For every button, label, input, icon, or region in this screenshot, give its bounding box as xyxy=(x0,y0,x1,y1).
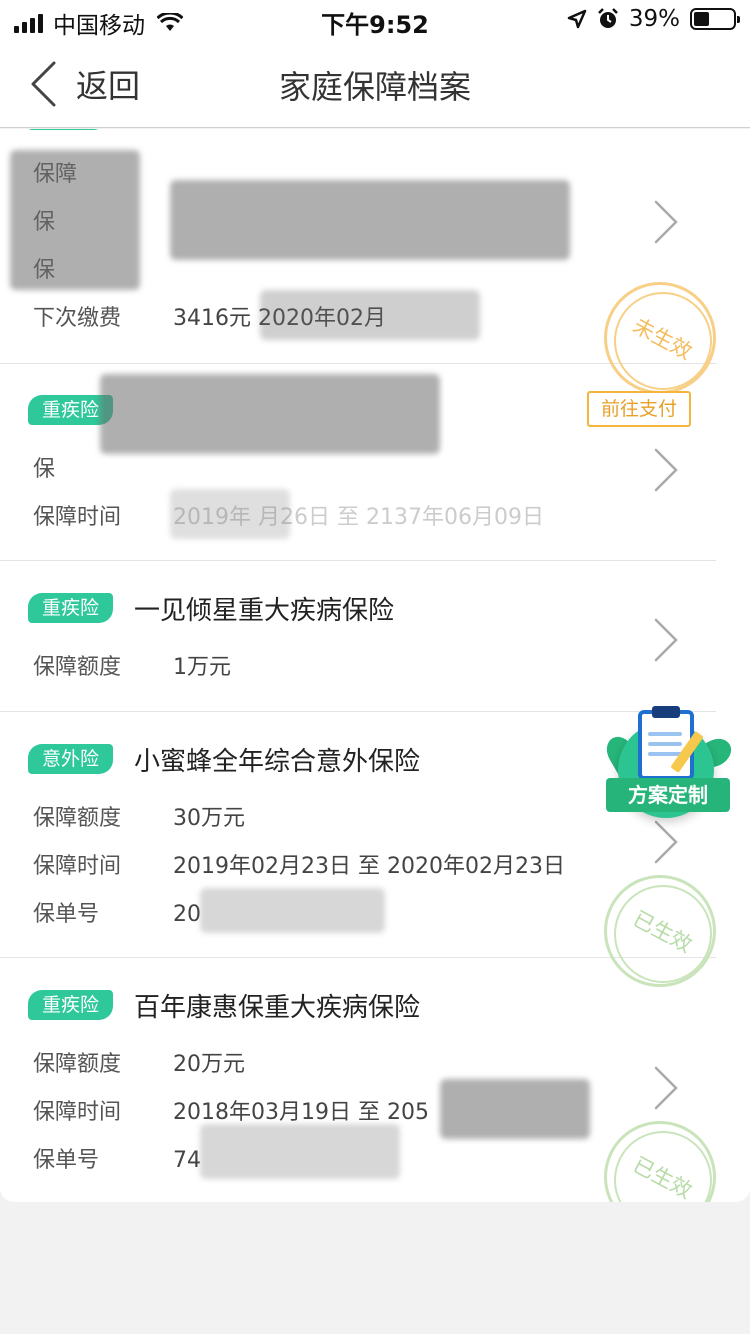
row-label: 保障额度 xyxy=(33,655,122,680)
row-label: 保障额度 xyxy=(33,806,122,831)
row-label: 保障额度 xyxy=(33,1052,122,1077)
clipboard-line xyxy=(648,742,682,746)
insurance-type-tag xyxy=(28,129,106,130)
battery-percent: 39% xyxy=(628,6,680,32)
row-label: 保障时间 xyxy=(33,854,122,879)
row-value: 20万元 xyxy=(173,1052,245,1077)
page-title: 家庭保障档案 xyxy=(278,68,471,106)
insurance-type-tag: 重疾险 xyxy=(28,990,114,1020)
row-value: 20 xyxy=(173,902,201,927)
status-right: 39% xyxy=(567,6,740,32)
chevron-right-icon xyxy=(652,818,682,866)
policy-card[interactable]: 保障 保 保 下次缴费3416元 2020年02月 未生效 xyxy=(0,129,716,394)
row-label: 下次缴费 xyxy=(33,306,122,331)
row-label: 保障时间 xyxy=(33,505,122,530)
policy-title: 小蜜蜂全年综合意外保险 xyxy=(134,747,421,777)
row-label: 保障时间 xyxy=(33,1100,122,1125)
status-stamp: 已生效 xyxy=(604,1121,716,1202)
row-value: 2019年02月23日 至 2020年02月23日 xyxy=(173,854,565,879)
battery-fill xyxy=(694,12,709,26)
row-value: 2018年03月19日 至 205 xyxy=(173,1100,429,1125)
redaction-scribble xyxy=(170,489,290,539)
redaction-scribble xyxy=(260,290,480,340)
row-label: 保单号 xyxy=(33,1148,100,1173)
row-value: 1万元 xyxy=(173,655,231,680)
battery-icon xyxy=(690,8,740,30)
clipboard-line xyxy=(648,732,682,736)
chevron-right-icon xyxy=(652,446,682,494)
row-label: 保单号 xyxy=(33,902,100,927)
policy-row: 保障额度 1万元 xyxy=(33,649,231,681)
location-arrow-icon xyxy=(567,9,587,29)
redaction-scribble xyxy=(200,888,385,933)
policy-row: 保障时间 2018年03月19日 至 205 xyxy=(33,1094,429,1126)
policy-card[interactable]: 重疾险 前往支付 保 保障时间 2019年 月26日 至 2137年06月09日 xyxy=(0,364,716,561)
policy-row: 保单号 74 xyxy=(33,1142,201,1174)
redaction-scribble xyxy=(10,150,140,290)
policy-list: 保障 保 保 下次缴费3416元 2020年02月 未生效 重疾险 前往支付 保… xyxy=(0,129,750,1202)
chevron-right-icon xyxy=(652,1064,682,1112)
chevron-right-icon xyxy=(652,198,682,246)
policy-row: 保 xyxy=(33,457,56,482)
row-value: 74 xyxy=(173,1148,201,1173)
insurance-type-tag: 意外险 xyxy=(28,744,114,774)
policy-row: 保障时间 2019年02月23日 至 2020年02月23日 xyxy=(33,848,565,880)
redaction-scribble xyxy=(200,1124,400,1179)
policy-card[interactable]: 重疾险 一见倾星重大疾病保险 保障额度 1万元 xyxy=(0,562,716,712)
clipboard-clip xyxy=(652,706,680,718)
policy-row: 保单号 20 xyxy=(33,896,201,928)
fab-label: 方案定制 xyxy=(606,778,730,812)
row-value: 30万元 xyxy=(173,806,245,831)
navigation-bar: 返回 家庭保障档案 xyxy=(0,40,750,128)
policy-row: 保障额度 30万元 xyxy=(33,800,245,832)
redaction-scribble xyxy=(100,374,440,454)
chevron-right-icon xyxy=(652,616,682,664)
policy-title: 百年康惠保重大疾病保险 xyxy=(134,993,421,1023)
redaction-scribble xyxy=(440,1079,590,1139)
policy-title: 一见倾星重大疾病保险 xyxy=(134,596,395,626)
status-bar: 中国移动 下午9:52 39% xyxy=(0,0,750,40)
plan-customize-button[interactable]: 方案定制 xyxy=(601,706,737,818)
insurance-type-tag: 重疾险 xyxy=(28,593,114,623)
policy-row: 保障额度 20万元 xyxy=(33,1046,245,1078)
alarm-icon xyxy=(597,8,618,28)
pay-now-button[interactable]: 前往支付 xyxy=(587,391,691,427)
redaction-scribble xyxy=(170,180,570,260)
policy-card[interactable]: 重疾险 百年康惠保重大疾病保险 保障额度 20万元 保障时间 2018年03月19日… xyxy=(0,959,716,1202)
